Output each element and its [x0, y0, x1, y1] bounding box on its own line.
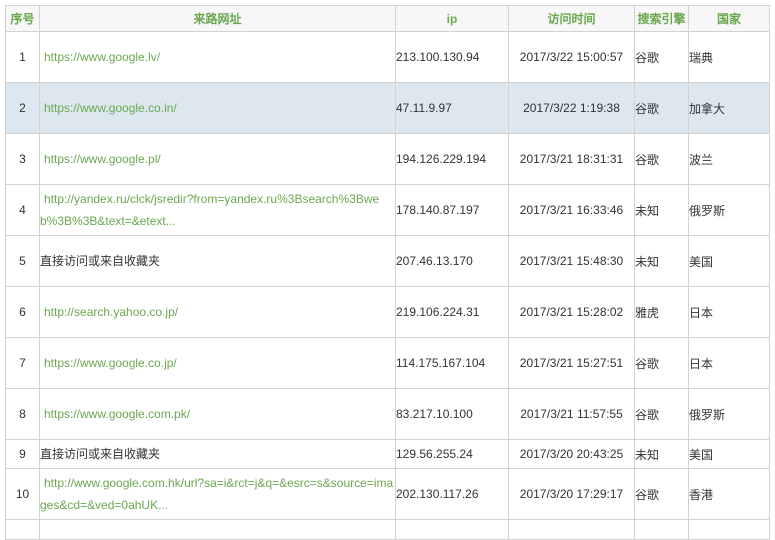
table-row[interactable]: 2 https://www.google.co.in/47.11.9.97 2017…: [5, 82, 770, 134]
table-row[interactable]: 1 https://www.google.lv/213.100.130.94 201…: [5, 31, 770, 83]
row-number-cell: 8: [5, 388, 40, 440]
table-row[interactable]: 6 http://search.yahoo.co.jp/219.106.224.3…: [5, 286, 770, 338]
row-number-cell: 6: [5, 286, 40, 338]
ip-cell: 129.56.255.24: [395, 439, 509, 469]
search-engine-cell: 雅虎: [634, 286, 689, 338]
referrer-link[interactable]: http://yandex.ru/clck/jsredir?from=yande…: [40, 192, 379, 228]
visit-time-cell: 2017/3/22 1:19:38: [508, 82, 635, 134]
country-cell: 日本: [688, 286, 770, 338]
search-engine-cell: 谷歌: [634, 468, 689, 520]
empty-cell: [508, 519, 635, 540]
table-row[interactable]: 8 https://www.google.com.pk/83.217.10.100…: [5, 388, 770, 440]
col-header-time: 访问时间: [508, 5, 635, 32]
referrer-link[interactable]: https://www.google.lv/: [40, 50, 160, 64]
referrer-link[interactable]: http://search.yahoo.co.jp/: [40, 305, 178, 319]
ip-cell: 202.130.117.26: [395, 468, 509, 520]
row-number-cell: 1: [5, 31, 40, 83]
referrer-text: 直接访问或来自收藏夹: [40, 254, 161, 268]
row-number-cell: 7: [5, 337, 40, 389]
ip-cell: 83.217.10.100: [395, 388, 509, 440]
table-body: 1 https://www.google.lv/213.100.130.94 201…: [5, 31, 770, 540]
referrer-url-cell: 直接访问或来自收藏夹: [39, 439, 396, 469]
visit-time-cell: 2017/3/21 15:48:30: [508, 235, 635, 287]
country-cell: 俄罗斯: [688, 388, 770, 440]
country-cell: 日本: [688, 337, 770, 389]
country-cell: 俄罗斯: [688, 184, 770, 236]
visit-time-cell: 2017/3/21 15:27:51: [508, 337, 635, 389]
table-header-row: 序号 来路网址 ip 访问时间 搜索引擎 国家: [5, 5, 770, 32]
empty-cell: [634, 519, 689, 540]
col-header-url: 来路网址: [39, 5, 396, 32]
referrer-url-cell: https://www.google.lv/: [39, 31, 396, 83]
referrer-url-cell: https://www.google.co.in/: [39, 82, 396, 134]
country-cell: 美国: [688, 439, 770, 469]
referrer-url-cell: http://search.yahoo.co.jp/: [39, 286, 396, 338]
referrer-link[interactable]: http://www.google.com.hk/url?sa=i&rct=j&…: [40, 476, 393, 512]
referrer-url-cell: http://www.google.com.hk/url?sa=i&rct=j&…: [39, 468, 396, 520]
country-cell: 美国: [688, 235, 770, 287]
table-row[interactable]: 10 http://www.google.com.hk/url?sa=i&rct=…: [5, 468, 770, 520]
referrer-text: 直接访问或来自收藏夹: [40, 447, 161, 461]
visit-time-cell: 2017/3/20 20:43:25: [508, 439, 635, 469]
empty-cell: [688, 519, 770, 540]
table-row-partial: [5, 519, 770, 540]
visit-time-cell: 2017/3/21 16:33:46: [508, 184, 635, 236]
ip-cell: 178.140.87.197: [395, 184, 509, 236]
row-number-cell: 4: [5, 184, 40, 236]
ip-cell: 219.106.224.31: [395, 286, 509, 338]
col-header-no: 序号: [5, 5, 40, 32]
search-engine-cell: 未知: [634, 235, 689, 287]
table-row[interactable]: 7 https://www.google.co.jp/114.175.167.10…: [5, 337, 770, 389]
search-engine-cell: 谷歌: [634, 337, 689, 389]
visit-time-cell: 2017/3/21 15:28:02: [508, 286, 635, 338]
table-row[interactable]: 5 直接访问或来自收藏夹 207.46.13.170 2017/3/21 15:48:…: [5, 235, 770, 287]
country-cell: 瑞典: [688, 31, 770, 83]
empty-cell: [395, 519, 509, 540]
row-number-cell: 10: [5, 468, 40, 520]
search-engine-cell: 谷歌: [634, 133, 689, 185]
table-row[interactable]: 9 直接访问或来自收藏夹 129.56.255.24 2017/3/20 20:43:…: [5, 439, 770, 469]
row-number-cell: 3: [5, 133, 40, 185]
country-cell: 加拿大: [688, 82, 770, 134]
row-number-cell: 2: [5, 82, 40, 134]
ip-cell: 47.11.9.97: [395, 82, 509, 134]
visit-time-cell: 2017/3/21 18:31:31: [508, 133, 635, 185]
referrer-link[interactable]: https://www.google.com.pk/: [40, 407, 190, 421]
col-header-ip: ip: [395, 5, 509, 32]
empty-cell: [39, 519, 396, 540]
row-number-cell: 9: [5, 439, 40, 469]
row-number-cell: 5: [5, 235, 40, 287]
visit-log-table: 序号 来路网址 ip 访问时间 搜索引擎 国家 1 https://www.goo…: [5, 5, 770, 540]
empty-cell: [5, 519, 40, 540]
referrer-url-cell: https://www.google.pl/: [39, 133, 396, 185]
referrer-link[interactable]: https://www.google.co.in/: [40, 101, 177, 115]
referrer-url-cell: 直接访问或来自收藏夹: [39, 235, 396, 287]
referrer-url-cell: http://yandex.ru/clck/jsredir?from=yande…: [39, 184, 396, 236]
search-engine-cell: 谷歌: [634, 31, 689, 83]
table-row[interactable]: 4 http://yandex.ru/clck/jsredir?from=yand…: [5, 184, 770, 236]
ip-cell: 114.175.167.104: [395, 337, 509, 389]
ip-cell: 213.100.130.94: [395, 31, 509, 83]
referrer-link[interactable]: https://www.google.co.jp/: [40, 356, 177, 370]
referrer-url-cell: https://www.google.com.pk/: [39, 388, 396, 440]
country-cell: 香港: [688, 468, 770, 520]
table-row[interactable]: 3 https://www.google.pl/194.126.229.194 20…: [5, 133, 770, 185]
search-engine-cell: 未知: [634, 439, 689, 469]
visit-time-cell: 2017/3/20 17:29:17: [508, 468, 635, 520]
search-engine-cell: 谷歌: [634, 82, 689, 134]
country-cell: 波兰: [688, 133, 770, 185]
search-engine-cell: 谷歌: [634, 388, 689, 440]
col-header-country: 国家: [688, 5, 770, 32]
visit-time-cell: 2017/3/21 11:57:55: [508, 388, 635, 440]
visit-time-cell: 2017/3/22 15:00:57: [508, 31, 635, 83]
search-engine-cell: 未知: [634, 184, 689, 236]
referrer-url-cell: https://www.google.co.jp/: [39, 337, 396, 389]
col-header-engine: 搜索引擎: [634, 5, 689, 32]
ip-cell: 194.126.229.194: [395, 133, 509, 185]
ip-cell: 207.46.13.170: [395, 235, 509, 287]
referrer-link[interactable]: https://www.google.pl/: [40, 152, 161, 166]
